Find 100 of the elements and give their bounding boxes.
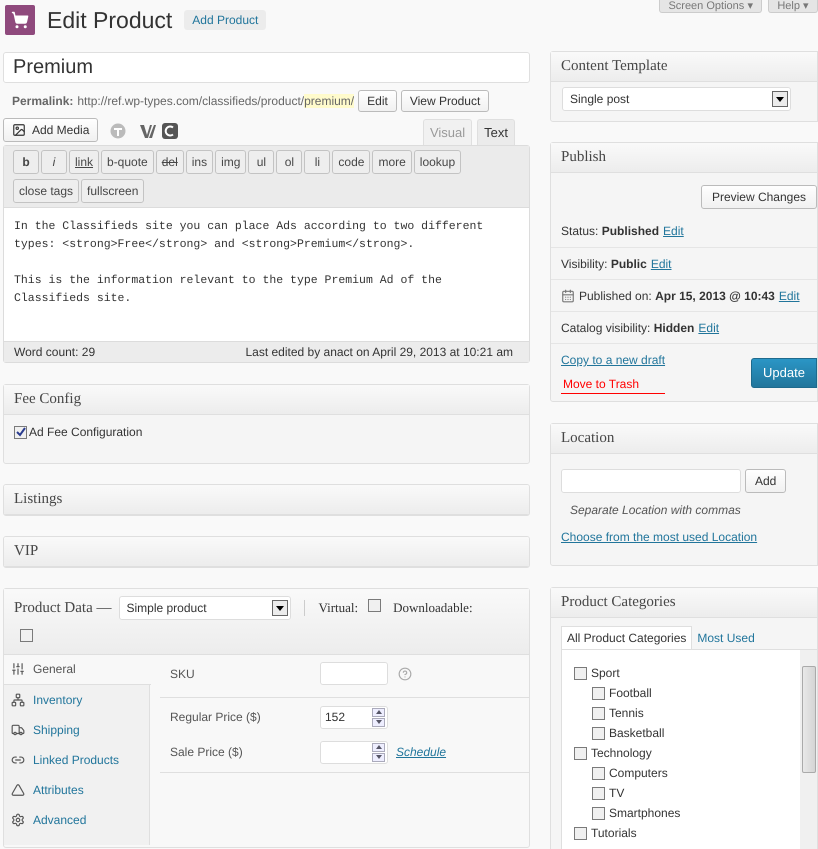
quicktag-button[interactable]: b bbox=[13, 150, 39, 174]
quicktag-button[interactable]: fullscreen bbox=[81, 179, 144, 203]
product-data-tab[interactable]: General bbox=[4, 654, 151, 684]
page-title: Edit Product bbox=[47, 6, 172, 35]
checkbox[interactable] bbox=[592, 786, 605, 800]
quicktag-button[interactable]: close tags bbox=[13, 179, 80, 203]
panel-title: Fee Config bbox=[14, 390, 82, 410]
publish-info: Catalog visibility: Hidden bbox=[561, 320, 694, 336]
checkbox[interactable] bbox=[592, 706, 605, 720]
product-data-tab[interactable]: Inventory bbox=[4, 684, 149, 714]
edit-link[interactable]: Edit bbox=[778, 286, 800, 304]
edit-link[interactable]: Edit bbox=[650, 254, 672, 272]
checkbox[interactable] bbox=[592, 766, 605, 780]
checkbox[interactable] bbox=[574, 746, 587, 760]
checkbox[interactable] bbox=[14, 426, 27, 438]
category-tab[interactable]: Most Used bbox=[692, 626, 760, 649]
boxes-icon bbox=[11, 692, 25, 706]
quicktag-button[interactable]: img bbox=[215, 150, 246, 174]
checkbox[interactable] bbox=[592, 686, 605, 700]
publish-info: Status: Published bbox=[561, 223, 660, 240]
quicktag-button[interactable]: more bbox=[372, 150, 412, 174]
checkbox-label: Ad Fee Configuration bbox=[29, 424, 142, 441]
panel-title: Product Categories bbox=[561, 593, 676, 612]
category-label: Football bbox=[609, 685, 652, 702]
screen-meta-tab[interactable]: Help ▾ bbox=[768, 0, 818, 13]
checkbox[interactable] bbox=[592, 806, 605, 820]
editor-paragraph: This is the information relevant to the type Premium Ad of the Classifieds site. bbox=[14, 273, 443, 307]
quicktag-button[interactable]: lookup bbox=[414, 150, 462, 174]
checkbox[interactable] bbox=[592, 726, 605, 740]
product-data-tab[interactable]: Shipping bbox=[4, 714, 149, 744]
product-data-tab[interactable]: Attributes bbox=[4, 774, 149, 804]
cart-icon bbox=[5, 5, 35, 35]
quicktag-button[interactable]: li bbox=[304, 150, 330, 174]
product-type-select[interactable]: Simple product bbox=[119, 596, 292, 620]
add-media-button[interactable]: Add Media bbox=[3, 118, 98, 142]
number-field[interactable] bbox=[320, 740, 388, 764]
most-used-link[interactable]: Choose from the most used Location bbox=[561, 528, 758, 546]
help-icon[interactable] bbox=[398, 666, 412, 680]
edit-link[interactable]: Edit bbox=[663, 222, 684, 240]
media-icon bbox=[12, 123, 26, 137]
copy-draft-link[interactable]: Copy to a new draft bbox=[561, 351, 666, 369]
category-label: Tennis bbox=[609, 705, 644, 722]
field-label: SKU bbox=[170, 666, 196, 682]
quicktag-button[interactable]: b-quote bbox=[101, 150, 154, 174]
spinner-icon[interactable] bbox=[372, 708, 385, 726]
c-logo-icon[interactable] bbox=[162, 123, 178, 139]
checkbox[interactable] bbox=[368, 599, 382, 612]
screen-meta-tab[interactable]: Screen Options ▾ bbox=[659, 0, 762, 13]
checkbox[interactable] bbox=[574, 666, 587, 680]
quicktag-button[interactable]: ul bbox=[248, 150, 274, 174]
sliders-icon bbox=[11, 662, 25, 676]
category-label: Technology bbox=[591, 745, 652, 762]
field-label: Regular Price ($) bbox=[170, 709, 262, 726]
number-field[interactable]: 152 bbox=[320, 706, 388, 728]
permalink-label: Permalink: bbox=[12, 93, 74, 110]
category-label: Sport bbox=[591, 665, 620, 682]
scrollbar[interactable] bbox=[800, 650, 817, 849]
v-logo-icon[interactable] bbox=[140, 123, 156, 139]
preview-changes-button[interactable]: Preview Changes bbox=[700, 185, 817, 209]
add-product-button[interactable]: Add Product bbox=[184, 10, 266, 30]
product-data-tab[interactable]: Linked Products bbox=[4, 744, 149, 774]
text-field[interactable] bbox=[320, 662, 388, 685]
category-label: Basketball bbox=[609, 725, 664, 742]
quicktag-button[interactable]: link bbox=[69, 150, 100, 174]
field-label: Sale Price ($) bbox=[170, 744, 244, 761]
category-label: Computers bbox=[609, 765, 668, 782]
panel-title: Listings bbox=[14, 490, 62, 510]
update-button[interactable]: Update bbox=[751, 358, 817, 388]
gear-icon bbox=[11, 812, 25, 826]
quicktag-button[interactable]: ins bbox=[186, 150, 214, 174]
panel-title: Product Data — bbox=[14, 598, 112, 618]
schedule-link[interactable]: Schedule bbox=[396, 743, 446, 761]
last-edited: Last edited by anact on April 29, 2013 at 10:21 am bbox=[245, 344, 513, 361]
virtual-label: Virtual: bbox=[318, 599, 358, 618]
triangle-icon bbox=[11, 782, 25, 796]
publish-info: Visibility: Public bbox=[561, 256, 647, 272]
panel-title: Publish bbox=[561, 148, 606, 168]
product-data-tab[interactable]: Advanced bbox=[4, 804, 149, 834]
template-select[interactable]: Single post bbox=[562, 87, 791, 111]
truck-icon bbox=[11, 722, 25, 736]
editor-tab[interactable]: Text bbox=[477, 119, 515, 145]
category-tab[interactable]: All Product Categories bbox=[561, 626, 692, 649]
add-location-button[interactable]: Add bbox=[745, 469, 786, 493]
quicktag-button[interactable]: i bbox=[41, 150, 67, 174]
quicktag-button[interactable]: code bbox=[332, 150, 370, 174]
location-field[interactable] bbox=[561, 469, 741, 493]
trash-link[interactable]: Move to Trash bbox=[561, 375, 666, 394]
word-count: Word count: 29 bbox=[14, 344, 96, 361]
quicktag-button[interactable]: del bbox=[156, 150, 184, 174]
category-label: Smartphones bbox=[609, 805, 680, 822]
location-hint: Separate Location with commas bbox=[569, 502, 742, 519]
checkbox[interactable] bbox=[20, 629, 33, 642]
view-product-button[interactable]: View Product bbox=[400, 90, 490, 112]
permalink-url: http://ref.wp-types.com/classifieds/product/premium/ bbox=[77, 93, 354, 110]
edit-permalink-button[interactable]: Edit bbox=[358, 90, 397, 112]
checkbox[interactable] bbox=[574, 826, 587, 840]
title-field[interactable]: Premium bbox=[3, 52, 530, 83]
quicktag-button[interactable]: ol bbox=[276, 150, 302, 174]
spinner-icon[interactable] bbox=[372, 742, 385, 762]
edit-link[interactable]: Edit bbox=[698, 318, 720, 336]
